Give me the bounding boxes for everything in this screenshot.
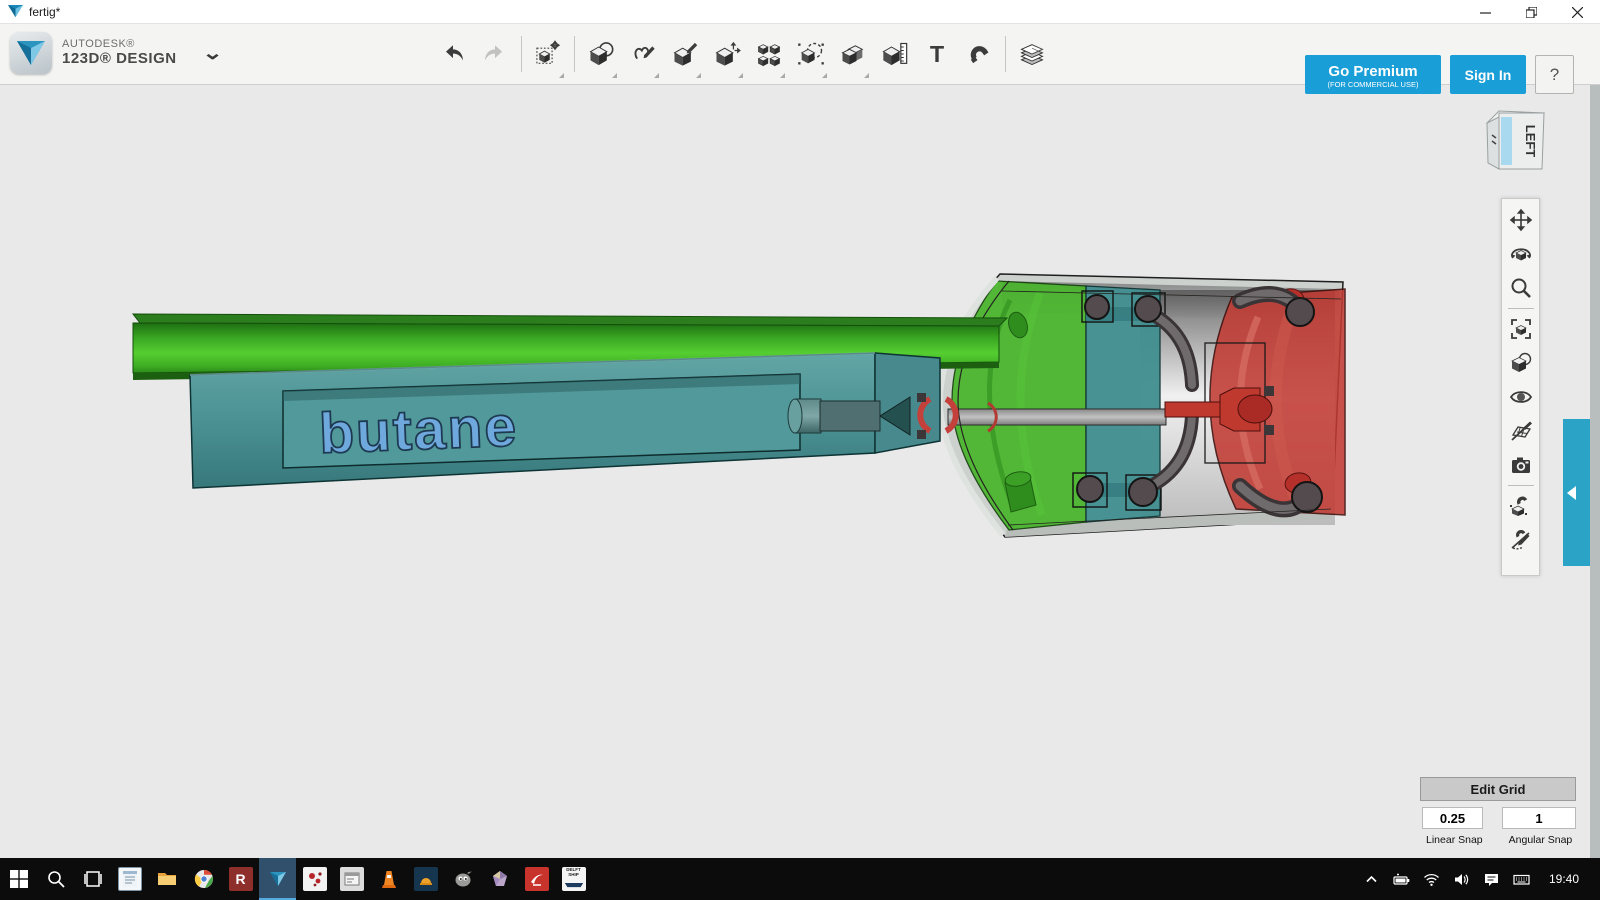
model-butane-text: butane: [318, 394, 519, 466]
view-cube[interactable]: LEFT: [1474, 99, 1560, 185]
touch-keyboard-icon[interactable]: [1506, 858, 1536, 900]
right-edge-strip: [1590, 85, 1600, 858]
windows-taskbar: R DELFT SHIP: [0, 858, 1600, 900]
navbar-separator: [1508, 485, 1534, 486]
toolbar-separator: [521, 36, 522, 72]
minimize-button[interactable]: [1462, 0, 1508, 24]
model-canvas[interactable]: butane: [0, 85, 1600, 858]
3d-viewport[interactable]: butane LEFT: [0, 85, 1600, 858]
taskbar-clock[interactable]: 19:40: [1542, 872, 1586, 886]
taskbar-app-123d-design-active[interactable]: [259, 858, 296, 900]
taskbar-app-file-explorer[interactable]: [148, 858, 185, 900]
pan-button[interactable]: [1504, 203, 1538, 237]
taskbar-search-button[interactable]: [37, 858, 74, 900]
snap-model-button[interactable]: [1504, 489, 1538, 523]
taskbar-app-gimp[interactable]: [444, 858, 481, 900]
grouping-tool-button[interactable]: [790, 27, 832, 81]
zoom-button[interactable]: [1504, 271, 1538, 305]
orbit-button[interactable]: [1504, 237, 1538, 271]
viewcube-face-label[interactable]: LEFT: [1523, 125, 1538, 158]
edit-grid-button[interactable]: Edit Grid: [1420, 777, 1576, 801]
window-titlebar: fertig*: [0, 0, 1600, 24]
battery-icon[interactable]: [1386, 858, 1416, 900]
linear-snap-input[interactable]: [1422, 807, 1483, 829]
snap-sketch-button[interactable]: [1504, 523, 1538, 557]
combine-tool-button[interactable]: [832, 27, 874, 81]
pattern-tool-button[interactable]: [748, 27, 790, 81]
taskbar-app-notepad[interactable]: [111, 858, 148, 900]
delftship-label: DELFT SHIP: [562, 867, 586, 878]
construct-tool-button[interactable]: [664, 27, 706, 81]
app-logo-icon: [8, 5, 23, 18]
dropdown-indicator: [864, 73, 869, 78]
taskbar-app-r[interactable]: R: [222, 858, 259, 900]
volume-icon[interactable]: [1446, 858, 1476, 900]
taskbar-app-cura[interactable]: [407, 858, 444, 900]
toolbar-separator: [1005, 36, 1006, 72]
taskbar-app-delftship[interactable]: DELFT SHIP: [555, 858, 592, 900]
redo-button[interactable]: [474, 27, 516, 81]
visibility-button[interactable]: [1504, 380, 1538, 414]
task-view-button[interactable]: [74, 858, 111, 900]
screenshot-button[interactable]: [1504, 448, 1538, 482]
taskbar-app-meshlab[interactable]: [481, 858, 518, 900]
angular-snap-input[interactable]: [1502, 807, 1576, 829]
svg-text:T: T: [930, 41, 944, 67]
restore-button[interactable]: [1508, 0, 1554, 24]
modify-tool-button[interactable]: [706, 27, 748, 81]
view-navigation-toolbar: [1501, 198, 1540, 576]
dropdown-indicator: [612, 73, 617, 78]
expand-panel-arrow-icon: [1567, 486, 1576, 500]
linear-snap-label: Linear Snap: [1426, 834, 1483, 846]
wifi-icon[interactable]: [1416, 858, 1446, 900]
window-title: fertig*: [29, 5, 60, 19]
taskbar-app-vlc[interactable]: [370, 858, 407, 900]
system-tray: 19:40: [1356, 858, 1600, 900]
help-button[interactable]: ?: [1535, 55, 1574, 94]
grid-panel: Edit Grid Linear Snap Angular Snap: [1404, 777, 1594, 846]
text-tool-button[interactable]: T: [916, 27, 958, 81]
sketch-tool-button[interactable]: [622, 27, 664, 81]
hide-sketches-button[interactable]: [1504, 414, 1538, 448]
action-center-icon[interactable]: [1476, 858, 1506, 900]
start-button[interactable]: [0, 858, 37, 900]
go-premium-button[interactable]: Go Premium (FOR COMMERCIAL USE): [1305, 55, 1441, 94]
123d-logo[interactable]: [10, 32, 52, 74]
measure-tool-button[interactable]: [874, 27, 916, 81]
dropdown-indicator: [738, 73, 743, 78]
dropdown-indicator: [696, 73, 701, 78]
toolbar-separator: [574, 36, 575, 72]
collapsed-panel-tab[interactable]: [1563, 419, 1590, 566]
transform-tool-button[interactable]: [527, 27, 569, 81]
brand-123d-design: 123D® DESIGN: [62, 51, 177, 67]
main-toolbar: AUTODESK® 123D® DESIGN ⌄: [0, 24, 1600, 85]
dropdown-indicator: [654, 73, 659, 78]
primitives-tool-button[interactable]: [580, 27, 622, 81]
taskbar-app-chrome[interactable]: [185, 858, 222, 900]
main-menu-chevron-icon[interactable]: ⌄: [202, 43, 223, 64]
dropdown-indicator: [559, 73, 564, 78]
viewcube-highlight-edge[interactable]: [1501, 117, 1512, 165]
dropdown-indicator: [780, 73, 785, 78]
undo-button[interactable]: [432, 27, 474, 81]
tray-chevron-up-icon[interactable]: [1356, 858, 1386, 900]
sign-in-button[interactable]: Sign In: [1450, 55, 1526, 94]
close-button[interactable]: [1554, 0, 1600, 24]
material-tool-button[interactable]: [1011, 27, 1053, 81]
dropdown-indicator: [822, 73, 827, 78]
taskbar-app-sketchup[interactable]: [518, 858, 555, 900]
taskbar-app-paint-splatter[interactable]: [296, 858, 333, 900]
fit-button[interactable]: [1504, 312, 1538, 346]
angular-snap-label: Angular Snap: [1509, 834, 1573, 846]
snap-tool-button[interactable]: [958, 27, 1000, 81]
view-style-button[interactable]: [1504, 346, 1538, 380]
navbar-separator: [1508, 308, 1534, 309]
taskbar-app-window-utility[interactable]: [333, 858, 370, 900]
